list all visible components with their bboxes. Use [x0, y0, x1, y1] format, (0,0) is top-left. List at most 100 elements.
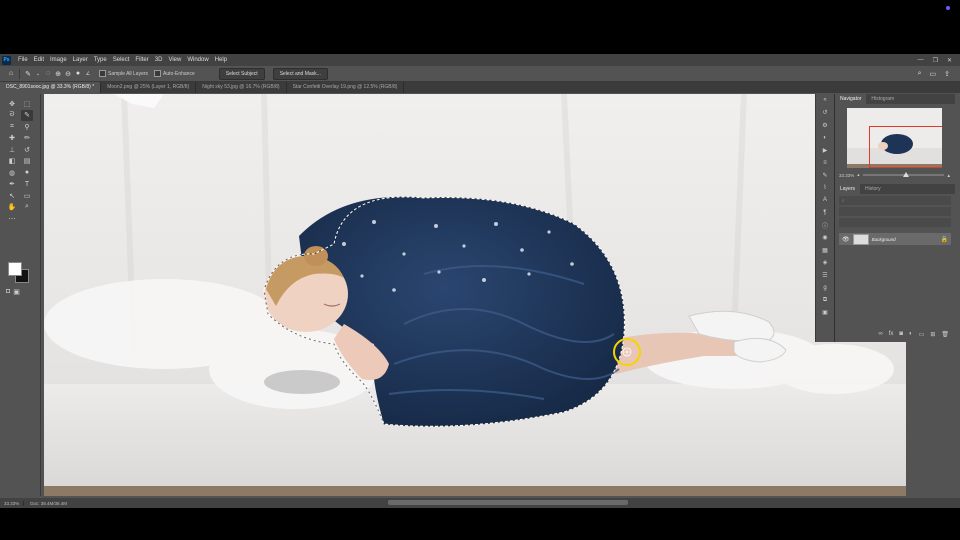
tab-layers[interactable]: Layers [835, 184, 861, 194]
menu-edit[interactable]: Edit [31, 57, 47, 63]
navigator-thumbnail[interactable] [847, 108, 942, 168]
move-tool-icon[interactable]: ✥ [6, 98, 18, 109]
hand-tool-icon[interactable]: ✋ [6, 202, 18, 213]
quick-selection-tool-icon[interactable]: ✎ [23, 69, 33, 79]
zoom-tool-icon[interactable]: ⌕ [21, 202, 33, 213]
tab-night-sky[interactable]: Night sky 53.jpg @ 16.7% (RGB/8) [196, 82, 287, 93]
paragraph-panel-icon[interactable]: ¶ [816, 207, 834, 220]
zoom-out-icon[interactable]: ▴ [857, 172, 859, 178]
horizontal-scrollbar[interactable] [388, 500, 628, 505]
maximize-button[interactable]: ❐ [933, 57, 938, 64]
channels-panel-icon[interactable]: ≡ [816, 157, 834, 170]
share-icon[interactable]: ⇪ [944, 70, 950, 78]
navigator-view-box[interactable] [869, 126, 942, 168]
dodge-tool-icon[interactable]: ● [21, 167, 33, 178]
status-zoom[interactable]: 33.33% [0, 500, 25, 506]
properties-panel-icon[interactable]: ⚙ [816, 119, 834, 132]
healing-brush-icon[interactable]: ✚ [6, 133, 18, 144]
eraser-tool-icon[interactable]: ◧ [6, 156, 18, 167]
checkbox-box[interactable] [99, 70, 106, 77]
gradient-tool-icon[interactable]: ▤ [21, 156, 33, 167]
tab-histogram[interactable]: Histogram [866, 96, 899, 102]
foreground-color-swatch[interactable] [8, 262, 22, 276]
eye-icon[interactable]: 👁 [842, 236, 850, 243]
menu-window[interactable]: Window [184, 57, 211, 63]
menu-file[interactable]: File [15, 57, 31, 63]
history-brush-icon[interactable]: ↺ [21, 144, 33, 155]
sample-all-layers-checkbox[interactable]: Sample All Layers [99, 70, 148, 77]
screen-mode-icon[interactable]: ▣ [13, 288, 20, 296]
color-swatches[interactable] [8, 262, 30, 284]
new-layer-icon[interactable]: ⊞ [930, 331, 935, 338]
menu-help[interactable]: Help [212, 57, 230, 63]
zoom-slider[interactable] [862, 172, 944, 177]
info-panel-icon[interactable]: ⓘ [816, 219, 834, 232]
brush-tool-icon[interactable]: ✏ [21, 133, 33, 144]
lasso-tool-icon[interactable]: ᘐ [6, 110, 18, 121]
styles-panel-icon[interactable]: ◈ [816, 257, 834, 270]
path-selection-icon[interactable]: ↖ [6, 190, 18, 201]
menu-select[interactable]: Select [110, 57, 133, 63]
tool-presets-icon[interactable]: ▣ [816, 307, 834, 320]
eyedropper-tool-icon[interactable]: ⚲ [21, 121, 33, 132]
minimize-button[interactable]: — [918, 57, 924, 64]
lock-icon[interactable]: 🔒 [941, 236, 948, 243]
select-subject-button[interactable]: Select Subject [218, 67, 265, 80]
more-tools-icon[interactable]: ⋯ [6, 213, 18, 224]
menu-3d[interactable]: 3D [152, 57, 166, 63]
workspace-icon[interactable]: ▭ [930, 70, 937, 78]
add-mask-icon[interactable]: ◙ [899, 331, 903, 338]
pen-tool-icon[interactable]: ✒ [6, 179, 18, 190]
checkbox-box[interactable] [154, 70, 162, 77]
new-group-icon[interactable]: ▭ [919, 331, 925, 338]
clone-stamp-icon[interactable]: ⊥ [6, 144, 18, 155]
navigator-zoom-value[interactable]: 33.33% [839, 173, 854, 178]
menu-type[interactable]: Type [91, 57, 110, 63]
tab-moon2[interactable]: Moon2.png @ 25% (Layer 1, RGB/8) [101, 82, 197, 93]
menu-layer[interactable]: Layer [70, 57, 91, 63]
chevron-down-icon[interactable]: ⌄ [33, 69, 43, 79]
menu-image[interactable]: Image [47, 57, 70, 63]
layer-comps-icon[interactable]: ⧉ [816, 294, 834, 307]
marquee-tool-icon[interactable]: ⬚ [21, 98, 33, 109]
blur-tool-icon[interactable]: ◍ [6, 167, 18, 178]
layer-name[interactable]: Background [872, 237, 896, 242]
adjustment-layer-icon[interactable]: ◐ [909, 331, 913, 338]
quick-selection-tool-icon[interactable]: ✎ [21, 109, 33, 121]
zoom-in-icon[interactable]: ▲ [947, 173, 951, 178]
select-and-mask-button[interactable]: Select and Mask... [272, 67, 328, 80]
tab-dsc-8901sooc[interactable]: DSC_8901sooc.jpg @ 33.3% (RGB/8) * [0, 82, 102, 93]
shape-tool-icon[interactable]: ▭ [21, 190, 33, 201]
brush-angle-icon[interactable]: ∠ [83, 69, 93, 79]
tab-navigator[interactable]: Navigator [835, 94, 867, 104]
lock-row[interactable] [839, 218, 951, 227]
document-canvas[interactable] [44, 94, 906, 496]
fx-icon[interactable]: fx [889, 331, 894, 338]
zoom-slider-knob[interactable] [903, 172, 910, 177]
home-icon[interactable]: ⌂ [6, 69, 16, 79]
menu-view[interactable]: View [165, 57, 184, 63]
status-doc-size[interactable]: Doc: 38.4M/38.4M [24, 501, 73, 506]
add-to-selection-icon[interactable]: ⊕ [53, 69, 63, 79]
menu-filter[interactable]: Filter [132, 57, 151, 63]
tab-star-confetti[interactable]: Star Confetti Overlay 19.png @ 12.5% (RG… [287, 82, 405, 93]
type-tool-icon[interactable]: T [21, 179, 33, 190]
color-panel-icon[interactable]: ◉ [816, 232, 834, 245]
brush-settings-icon[interactable]: ✎ [816, 169, 834, 182]
subtract-selection-icon[interactable]: ⊖ [63, 69, 73, 79]
search-icon[interactable]: ⌕ [918, 70, 922, 78]
tab-history[interactable]: History [860, 186, 886, 192]
actions-panel-icon[interactable]: ▶ [816, 144, 834, 157]
adjustments-panel-icon[interactable]: ◐ [816, 132, 834, 145]
crop-tool-icon[interactable]: ⌗ [6, 121, 18, 132]
swatches-panel-icon[interactable]: ▦ [816, 244, 834, 257]
trash-icon[interactable]: 🗑 [941, 331, 949, 338]
auto-enhance-checkbox[interactable]: Auto-Enhance [154, 70, 195, 77]
layer-filter-row[interactable]: ⌕ [839, 196, 951, 205]
layer-row-background[interactable]: 👁 Background 🔒 [839, 233, 951, 245]
character-panel-icon[interactable]: A [816, 194, 834, 207]
close-button[interactable]: ✕ [947, 57, 952, 64]
glyphs-panel-icon[interactable]: g [816, 282, 834, 295]
blend-mode-row[interactable] [839, 207, 951, 216]
libraries-panel-icon[interactable]: ☰ [816, 269, 834, 282]
